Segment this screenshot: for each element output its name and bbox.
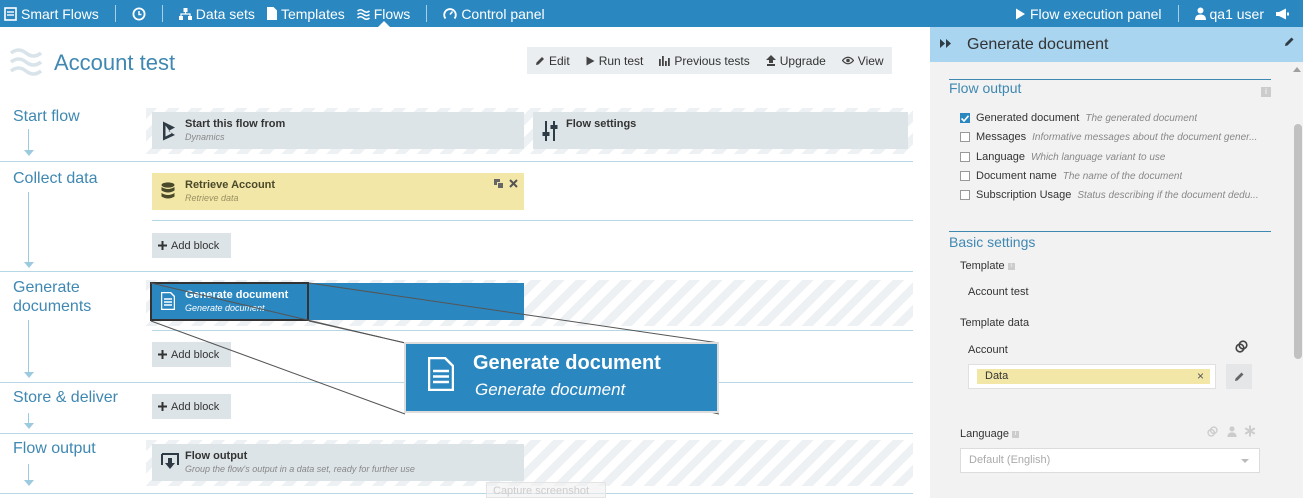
capture-screenshot-button[interactable]: Capture screenshot xyxy=(486,482,606,498)
template-data-label: Template data xyxy=(960,317,1030,329)
gauge-icon xyxy=(443,7,458,20)
nav-flows-label: Flows xyxy=(373,5,411,22)
output-description: The generated document xyxy=(1085,112,1198,124)
account-label: Account xyxy=(968,344,1008,356)
flow-editor: Account test Edit Run test Previous test… xyxy=(0,27,930,498)
checkbox[interactable] xyxy=(960,190,970,200)
collapse-panel-icon[interactable] xyxy=(940,39,952,48)
link-icon[interactable] xyxy=(1235,340,1248,353)
nav-divider xyxy=(426,5,428,22)
panel-header: Generate document xyxy=(930,27,1303,62)
template-value[interactable]: Account test xyxy=(968,286,1029,298)
panel-scrollbar[interactable] xyxy=(1291,64,1303,498)
nav-data-sets[interactable]: Data sets xyxy=(173,0,261,27)
top-navigation: Smart Flows Data sets Templates Flows Co… xyxy=(0,0,1303,27)
flow-output-section-title: Flow output xyxy=(949,80,1022,96)
panel-title: Generate document xyxy=(967,36,1109,53)
user-name: qa1 user xyxy=(1209,5,1264,22)
chevron-down-icon xyxy=(1241,459,1249,463)
output-item-language[interactable]: Language Which language variant to use xyxy=(960,149,1265,165)
language-select[interactable]: Default (English) xyxy=(960,448,1260,473)
language-select-value: Default (English) xyxy=(969,454,1051,466)
history-button[interactable] xyxy=(126,0,152,27)
language-label: Language i xyxy=(960,428,1019,440)
output-description: Which language variant to use xyxy=(1030,151,1166,163)
zoom-subtitle: Generate document xyxy=(475,380,626,399)
nav-flows[interactable]: Flows xyxy=(351,0,417,27)
user-menu[interactable]: qa1 user xyxy=(1189,0,1270,27)
user-icon xyxy=(1194,7,1206,20)
scroll-up-arrow[interactable] xyxy=(1293,67,1301,72)
nav-templates[interactable]: Templates xyxy=(261,0,351,27)
user-icon[interactable] xyxy=(1227,426,1237,437)
flow-execution-panel-label: Flow execution panel xyxy=(1029,5,1162,22)
section-divider xyxy=(949,231,1271,232)
announcements-button[interactable] xyxy=(1270,0,1303,27)
nav-divider xyxy=(114,5,116,22)
edit-title-icon[interactable] xyxy=(1284,36,1295,47)
remove-chip-icon[interactable]: × xyxy=(1197,369,1204,384)
zoom-connector xyxy=(150,282,720,415)
output-name: Messages xyxy=(976,131,1027,143)
output-name: Generated document xyxy=(976,112,1080,124)
nav-control-panel-label: Control panel xyxy=(461,5,545,22)
document-icon xyxy=(428,357,454,391)
output-description: The name of the document xyxy=(1062,170,1183,182)
zoom-title: Generate document xyxy=(473,352,661,374)
play-icon xyxy=(1015,8,1026,20)
nav-templates-label: Templates xyxy=(280,5,345,22)
scrollbar-thumb[interactable] xyxy=(1294,124,1302,359)
document-icon xyxy=(266,7,277,20)
megaphone-icon xyxy=(1276,8,1289,20)
edit-data-button[interactable] xyxy=(1226,364,1252,389)
section-divider xyxy=(949,79,1271,80)
checkbox[interactable] xyxy=(960,113,970,123)
nav-data-sets-label: Data sets xyxy=(195,5,255,22)
nav-divider xyxy=(161,5,163,22)
nav-divider xyxy=(1177,5,1179,22)
field-label-text: Language xyxy=(960,428,1009,440)
basic-settings-section-title: Basic settings xyxy=(949,234,1036,250)
smart-flows-icon xyxy=(4,6,17,21)
data-chip: Data × xyxy=(977,369,1210,384)
output-item-generated-document[interactable]: Generated document The generated documen… xyxy=(960,110,1265,126)
output-description: Status describing if the document dedu..… xyxy=(1077,189,1259,201)
output-item-messages[interactable]: Messages Informative messages about the … xyxy=(960,129,1265,145)
info-icon[interactable]: i xyxy=(1261,82,1271,97)
info-icon[interactable]: i xyxy=(1011,430,1019,438)
brand-label: Smart Flows xyxy=(21,5,99,22)
asterisk-icon[interactable] xyxy=(1244,425,1256,437)
brand-link[interactable]: Smart Flows xyxy=(0,0,105,27)
output-name: Subscription Usage xyxy=(976,189,1072,201)
output-name: Document name xyxy=(976,170,1057,182)
template-label: Template i xyxy=(960,260,1015,272)
flows-icon xyxy=(356,8,370,20)
flow-execution-panel-link[interactable]: Flow execution panel xyxy=(1009,0,1168,27)
checkbox[interactable] xyxy=(960,171,970,181)
field-label-text: Template xyxy=(960,260,1005,272)
checkbox[interactable] xyxy=(960,152,970,162)
zoom-preview: Generate document Generate document xyxy=(404,342,719,413)
sitemap-icon xyxy=(178,7,192,20)
properties-panel: Generate document Flow output i Generate… xyxy=(930,27,1303,498)
output-description: Informative messages about the document … xyxy=(1032,131,1258,143)
checkbox[interactable] xyxy=(960,132,970,142)
clock-icon xyxy=(132,7,146,21)
account-data-field[interactable]: Data × xyxy=(968,364,1216,389)
data-chip-label: Data xyxy=(985,370,1009,382)
nav-control-panel[interactable]: Control panel xyxy=(437,0,550,27)
link-icon[interactable] xyxy=(1207,426,1218,437)
pencil-icon xyxy=(1234,371,1245,382)
output-item-document-name[interactable]: Document name The name of the document xyxy=(960,168,1265,184)
info-icon[interactable]: i xyxy=(1007,262,1015,270)
output-item-subscription-usage[interactable]: Subscription Usage Status describing if … xyxy=(960,187,1265,203)
output-name: Language xyxy=(976,151,1025,163)
